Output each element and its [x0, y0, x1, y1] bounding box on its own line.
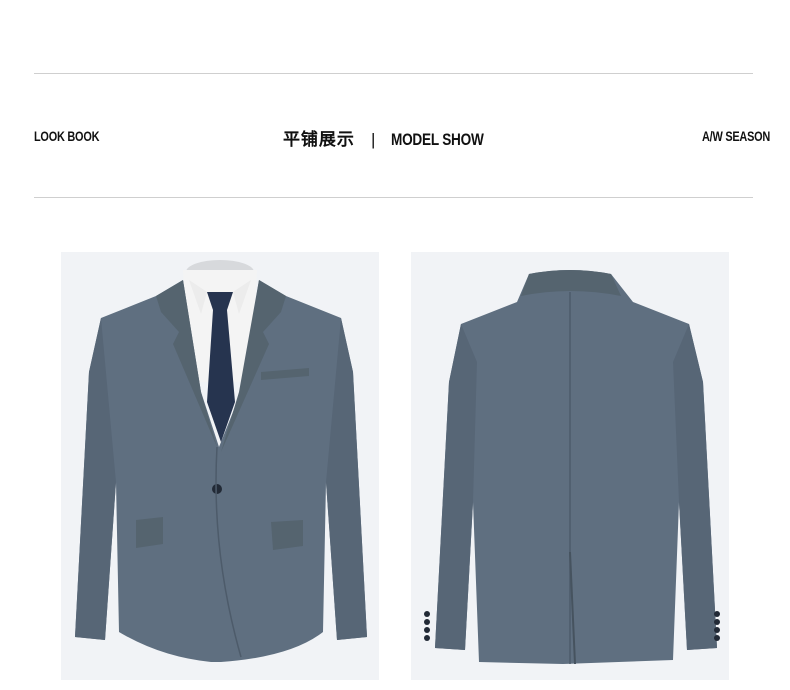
- section-title-en: MODEL SHOW: [391, 130, 484, 149]
- title-divider: |: [370, 130, 376, 149]
- jacket-front-image: [61, 252, 379, 680]
- jacket-back-image: [411, 252, 729, 680]
- top-divider: [34, 73, 753, 74]
- season-label: A/W SEASON: [702, 128, 771, 144]
- section-title-cn: 平铺展示: [282, 130, 355, 149]
- bottom-divider: [34, 197, 753, 198]
- section-title: 平铺展示 | MODEL SHOW: [0, 125, 790, 150]
